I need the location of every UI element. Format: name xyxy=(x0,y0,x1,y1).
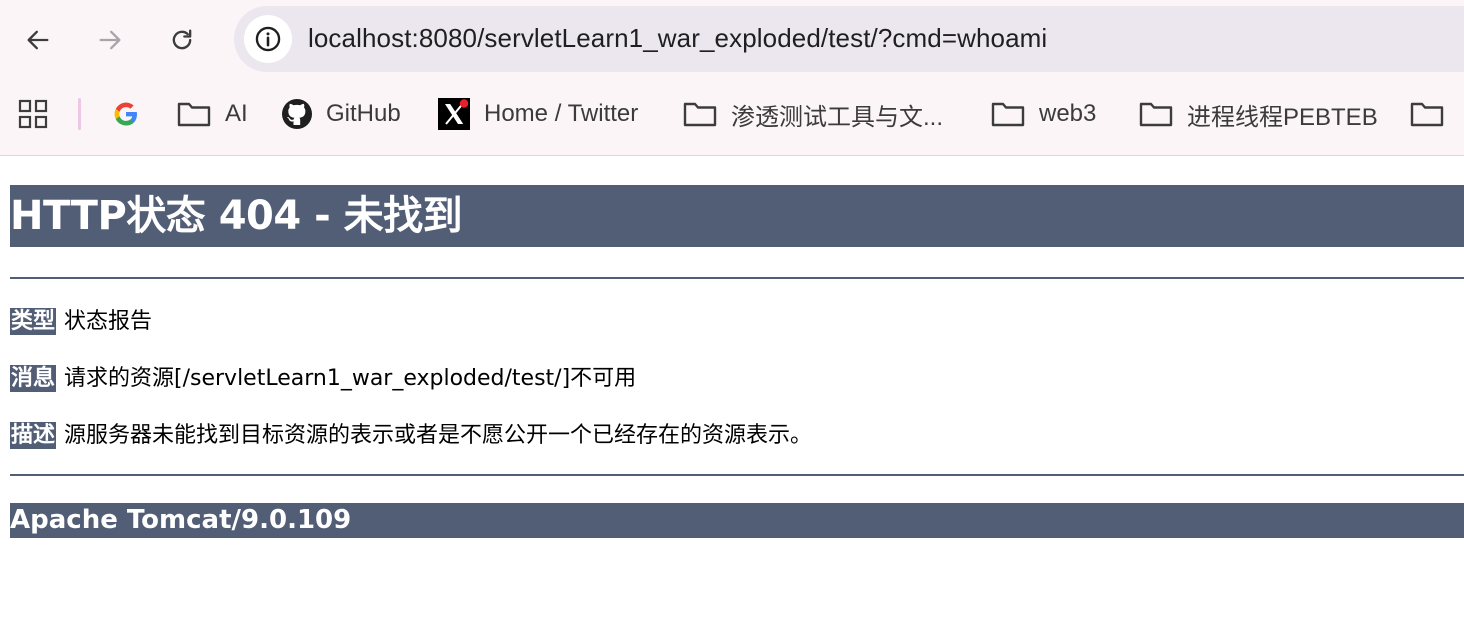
bookmark-github[interactable]: GitHub xyxy=(281,90,401,138)
message-row: 消息 请求的资源[/servletLearn1_war_exploded/test… xyxy=(10,350,1464,407)
bookmark-folder-pentest[interactable]: 渗透测试工具与文... xyxy=(683,90,943,138)
back-button[interactable] xyxy=(18,20,58,60)
reload-icon xyxy=(172,29,192,50)
bookmark-label: GitHub xyxy=(326,100,401,127)
page-title: HTTP状态 404 - 未找到 xyxy=(10,185,1464,247)
bookmark-folder-ai[interactable]: AI xyxy=(177,90,248,138)
bookmark-label: 渗透测试工具与文... xyxy=(731,103,944,131)
bookmarks-separator xyxy=(78,98,81,130)
type-row: 类型 状态报告 xyxy=(10,293,1464,350)
description-label: 描述 xyxy=(10,422,57,449)
bookmark-google[interactable] xyxy=(112,90,140,138)
github-icon xyxy=(282,99,312,129)
type-label: 类型 xyxy=(10,308,57,335)
divider xyxy=(10,474,1464,476)
bookmark-folder-overflow[interactable] xyxy=(1410,90,1444,138)
bookmark-label: 进程线程PEBTEB xyxy=(1187,103,1378,131)
reload-button[interactable] xyxy=(162,20,202,60)
apps-grid-icon xyxy=(18,99,48,129)
description-row: 描述 源服务器未能找到目标资源的表示或者是不愿公开一个已经存在的资源表示。 xyxy=(10,407,1464,464)
bookmark-label: web3 xyxy=(1039,100,1097,127)
address-bar[interactable]: localhost:8080/servletLearn1_war_explode… xyxy=(234,6,1464,72)
message-label: 消息 xyxy=(10,365,57,392)
folder-icon xyxy=(991,102,1025,127)
message-value: 请求的资源[/servletLearn1_war_exploded/test/]… xyxy=(64,366,637,391)
folder-icon xyxy=(683,102,717,127)
apps-button[interactable] xyxy=(18,90,48,138)
arrow-left-icon xyxy=(27,30,49,50)
bookmark-folder-process[interactable]: 进程线程PEBTEB xyxy=(1139,90,1378,138)
bookmark-label: AI xyxy=(225,100,248,127)
server-footer: Apache Tomcat/9.0.109 xyxy=(10,503,1464,538)
error-page: HTTP状态 404 - 未找到 类型 状态报告 消息 请求的资源[/servlet… xyxy=(10,185,1464,538)
url-text[interactable]: localhost:8080/servletLearn1_war_explode… xyxy=(308,23,1047,54)
info-icon xyxy=(255,26,281,52)
browser-chrome: localhost:8080/servletLearn1_war_explode… xyxy=(0,0,1464,156)
bookmark-folder-web3[interactable]: web3 xyxy=(991,90,1096,138)
folder-icon xyxy=(177,102,211,127)
bookmarks-bar: AI GitHub Home / Twitter 渗透测试工具与文... web… xyxy=(0,90,1464,138)
bookmark-label: Home / Twitter xyxy=(484,100,639,127)
forward-button[interactable] xyxy=(90,20,130,60)
divider xyxy=(10,277,1464,279)
site-info-button[interactable] xyxy=(244,15,292,63)
folder-icon xyxy=(1139,102,1173,127)
arrow-right-icon xyxy=(99,30,121,50)
folder-icon xyxy=(1410,102,1444,127)
google-icon xyxy=(114,102,137,126)
description-value: 源服务器未能找到目标资源的表示或者是不愿公开一个已经存在的资源表示。 xyxy=(64,423,813,448)
type-value: 状态报告 xyxy=(64,309,153,334)
x-twitter-icon xyxy=(438,98,470,130)
bookmark-twitter[interactable]: Home / Twitter xyxy=(438,90,638,138)
